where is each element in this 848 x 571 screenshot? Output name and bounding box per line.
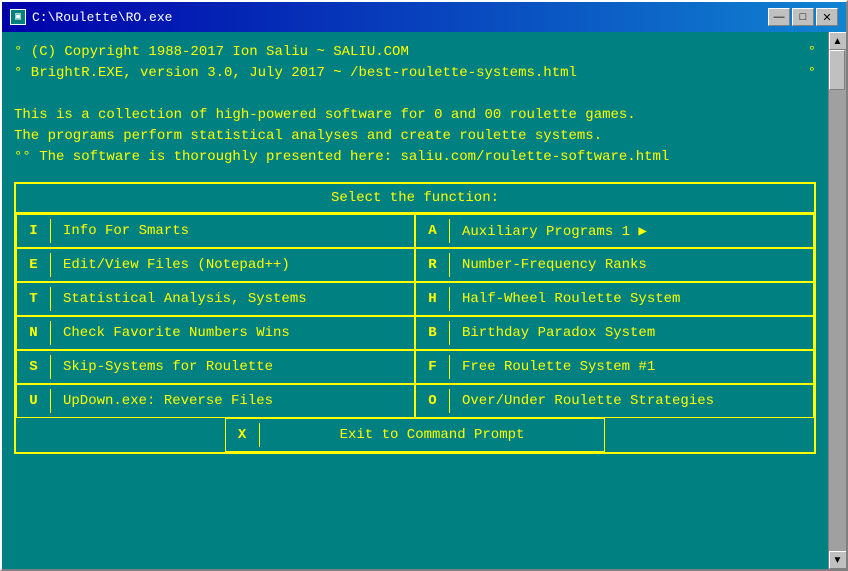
menu-label-U: UpDown.exe: Reverse Files bbox=[51, 389, 285, 413]
version-line: ° BrightR.EXE, version 3.0, July 2017 ~ … bbox=[14, 63, 816, 84]
desc-line3: °° The software is thoroughly presented … bbox=[14, 147, 816, 168]
exit-item[interactable]: X Exit to Command Prompt bbox=[225, 418, 606, 452]
menu-item-R[interactable]: R Number-Frequency Ranks bbox=[415, 248, 814, 282]
scroll-track[interactable] bbox=[829, 50, 847, 551]
menu-label-B: Birthday Paradox System bbox=[450, 321, 667, 345]
window-title: C:\Roulette\RO.exe bbox=[32, 10, 172, 25]
menu-key-B: B bbox=[416, 321, 450, 345]
main-window: ▣ C:\Roulette\RO.exe — □ ✕ ° (C) Copyrig… bbox=[0, 0, 848, 571]
blank-line bbox=[14, 84, 816, 105]
scrollbar: ▲ ▼ bbox=[828, 32, 846, 569]
menu-label-R: Number-Frequency Ranks bbox=[450, 253, 659, 277]
menu-item-N[interactable]: N Check Favorite Numbers Wins bbox=[16, 316, 415, 350]
maximize-button[interactable]: □ bbox=[792, 8, 814, 26]
title-bar: ▣ C:\Roulette\RO.exe — □ ✕ bbox=[2, 2, 846, 32]
menu-label-E: Edit/View Files (Notepad++) bbox=[51, 253, 302, 277]
menu-grid: I Info For Smarts A Auxiliary Programs 1… bbox=[16, 214, 814, 418]
menu-label-H: Half-Wheel Roulette System bbox=[450, 287, 692, 311]
menu-item-A[interactable]: A Auxiliary Programs 1 ▶ bbox=[415, 214, 814, 248]
menu-key-N: N bbox=[17, 321, 51, 345]
menu-item-O[interactable]: O Over/Under Roulette Strategies bbox=[415, 384, 814, 418]
terminal: ° (C) Copyright 1988-2017 Ion Saliu ~ SA… bbox=[2, 32, 828, 569]
copyright-text: ° (C) Copyright 1988-2017 Ion Saliu ~ SA… bbox=[14, 42, 409, 63]
menu-box: Select the function: I Info For Smarts A… bbox=[14, 182, 816, 454]
content-area: ° (C) Copyright 1988-2017 Ion Saliu ~ SA… bbox=[2, 32, 846, 569]
menu-label-I: Info For Smarts bbox=[51, 219, 201, 243]
exit-label: Exit to Command Prompt bbox=[260, 423, 605, 447]
minimize-button[interactable]: — bbox=[768, 8, 790, 26]
menu-item-U[interactable]: U UpDown.exe: Reverse Files bbox=[16, 384, 415, 418]
scroll-down-button[interactable]: ▼ bbox=[829, 551, 847, 569]
desc-line1: This is a collection of high-powered sof… bbox=[14, 105, 816, 126]
copyright-line: ° (C) Copyright 1988-2017 Ion Saliu ~ SA… bbox=[14, 42, 816, 63]
desc-line2: The programs perform statistical analyse… bbox=[14, 126, 816, 147]
close-button[interactable]: ✕ bbox=[816, 8, 838, 26]
menu-key-S: S bbox=[17, 355, 51, 379]
exit-row: X Exit to Command Prompt bbox=[16, 418, 814, 452]
menu-key-R: R bbox=[416, 253, 450, 277]
menu-item-I[interactable]: I Info For Smarts bbox=[16, 214, 415, 248]
menu-header: Select the function: bbox=[16, 184, 814, 214]
menu-key-E: E bbox=[17, 253, 51, 277]
scroll-up-button[interactable]: ▲ bbox=[829, 32, 847, 50]
menu-item-S[interactable]: S Skip-Systems for Roulette bbox=[16, 350, 415, 384]
menu-key-H: H bbox=[416, 287, 450, 311]
menu-item-T[interactable]: T Statistical Analysis, Systems bbox=[16, 282, 415, 316]
corner-char-2: ° bbox=[808, 63, 816, 84]
menu-key-U: U bbox=[17, 389, 51, 413]
menu-key-O: O bbox=[416, 389, 450, 413]
menu-item-H[interactable]: H Half-Wheel Roulette System bbox=[415, 282, 814, 316]
menu-label-F: Free Roulette System #1 bbox=[450, 355, 667, 379]
window-icon: ▣ bbox=[10, 9, 26, 25]
version-text: ° BrightR.EXE, version 3.0, July 2017 ~ … bbox=[14, 63, 577, 84]
menu-label-A: Auxiliary Programs 1 ▶ bbox=[450, 219, 659, 244]
menu-label-T: Statistical Analysis, Systems bbox=[51, 287, 319, 311]
menu-key-A: A bbox=[416, 219, 450, 243]
menu-item-B[interactable]: B Birthday Paradox System bbox=[415, 316, 814, 350]
menu-label-S: Skip-Systems for Roulette bbox=[51, 355, 285, 379]
menu-item-F[interactable]: F Free Roulette System #1 bbox=[415, 350, 814, 384]
menu-key-I: I bbox=[17, 219, 51, 243]
menu-label-O: Over/Under Roulette Strategies bbox=[450, 389, 726, 413]
title-bar-left: ▣ C:\Roulette\RO.exe bbox=[10, 9, 172, 25]
title-controls: — □ ✕ bbox=[768, 8, 838, 26]
menu-item-E[interactable]: E Edit/View Files (Notepad++) bbox=[16, 248, 415, 282]
menu-label-N: Check Favorite Numbers Wins bbox=[51, 321, 302, 345]
corner-char-1: ° bbox=[808, 42, 816, 63]
exit-key: X bbox=[226, 423, 260, 447]
menu-key-T: T bbox=[17, 287, 51, 311]
menu-key-F: F bbox=[416, 355, 450, 379]
scroll-thumb[interactable] bbox=[829, 50, 845, 90]
